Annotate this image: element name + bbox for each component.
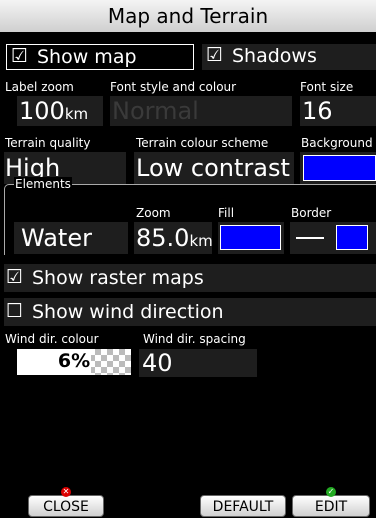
background-color-swatch (303, 155, 376, 181)
edit-badge-icon: ✓ (326, 487, 336, 497)
elements-item-field[interactable]: Water (14, 222, 128, 254)
font-style-value: Normal (112, 97, 199, 125)
show-raster-maps-check-icon: ☑ (6, 266, 24, 288)
close-button[interactable]: ✕ CLOSE (28, 487, 104, 517)
terrain-colour-scheme-label: Terrain colour scheme (136, 136, 269, 150)
elements-group-label: Elements (14, 177, 72, 191)
wind-dir-colour-label: Wind dir. colour (5, 332, 99, 346)
close-badge-icon: ✕ (61, 487, 71, 497)
default-button-label: DEFAULT (212, 499, 274, 515)
elements-fill-swatch (220, 225, 281, 250)
elements-zoom-value-wrap: 85.0km (136, 224, 213, 252)
wind-dir-spacing-label: Wind dir. spacing (143, 332, 246, 346)
edit-button[interactable]: ✓ EDIT (292, 487, 370, 517)
show-map-checkbox[interactable]: ☑ Show map (6, 44, 194, 70)
elements-fill-label: Fill (218, 206, 235, 220)
label-zoom-value: 100 (19, 97, 65, 125)
terrain-colour-scheme-field[interactable]: Low contrast (134, 152, 294, 184)
wind-dir-spacing-field[interactable]: 40 (139, 349, 257, 377)
elements-border-swatch (336, 225, 368, 250)
elements-zoom-unit: km (189, 232, 213, 250)
wind-dir-spacing-value: 40 (142, 349, 173, 377)
shadows-label: Shadows (232, 45, 317, 67)
terrain-colour-scheme-value: Low contrast (136, 154, 290, 182)
elements-zoom-label: Zoom (136, 206, 171, 220)
terrain-quality-label: Terrain quality (5, 136, 91, 150)
show-wind-direction-checkbox[interactable]: ☐ Show wind direction (4, 298, 376, 326)
elements-zoom-value: 85.0 (136, 224, 190, 252)
font-size-field[interactable]: 16 (300, 96, 376, 126)
default-button[interactable]: DEFAULT (200, 495, 286, 517)
shadows-check-icon: ☑ (206, 44, 224, 66)
font-style-label: Font style and colour (110, 80, 237, 94)
elements-border-label: Border (291, 206, 332, 220)
show-raster-maps-label: Show raster maps (32, 267, 204, 289)
font-size-value: 16 (302, 97, 333, 125)
show-map-label: Show map (37, 46, 137, 68)
show-wind-direction-label: Show wind direction (32, 301, 224, 323)
page-title: Map and Terrain (0, 0, 376, 32)
label-zoom-field[interactable]: 100km (17, 96, 103, 126)
elements-zoom-field[interactable]: 85.0km (134, 222, 213, 254)
elements-border-field[interactable] (290, 222, 376, 254)
show-raster-maps-checkbox[interactable]: ☑ Show raster maps (4, 264, 376, 292)
show-wind-direction-check-icon: ☐ (6, 300, 24, 322)
label-zoom-value-wrap: 100km (19, 97, 88, 125)
label-zoom-unit: km (64, 105, 89, 123)
close-button-label: CLOSE (43, 499, 89, 515)
wind-dir-colour-value: 6% (57, 350, 91, 372)
background-label: Background (301, 136, 373, 150)
elements-item-value: Water (21, 224, 92, 252)
wind-dir-colour-field[interactable]: 6% (17, 349, 131, 375)
background-field[interactable] (300, 152, 376, 184)
show-map-check-icon: ☑ (11, 45, 29, 67)
elements-fill-field[interactable] (218, 222, 284, 254)
edit-button-label: EDIT (314, 499, 348, 515)
font-size-label: Font size (300, 80, 354, 94)
font-style-field[interactable]: Normal (110, 96, 292, 126)
shadows-checkbox[interactable]: ☑ Shadows (202, 44, 376, 70)
label-zoom-label: Label zoom (5, 80, 74, 94)
border-line-icon (296, 237, 324, 239)
